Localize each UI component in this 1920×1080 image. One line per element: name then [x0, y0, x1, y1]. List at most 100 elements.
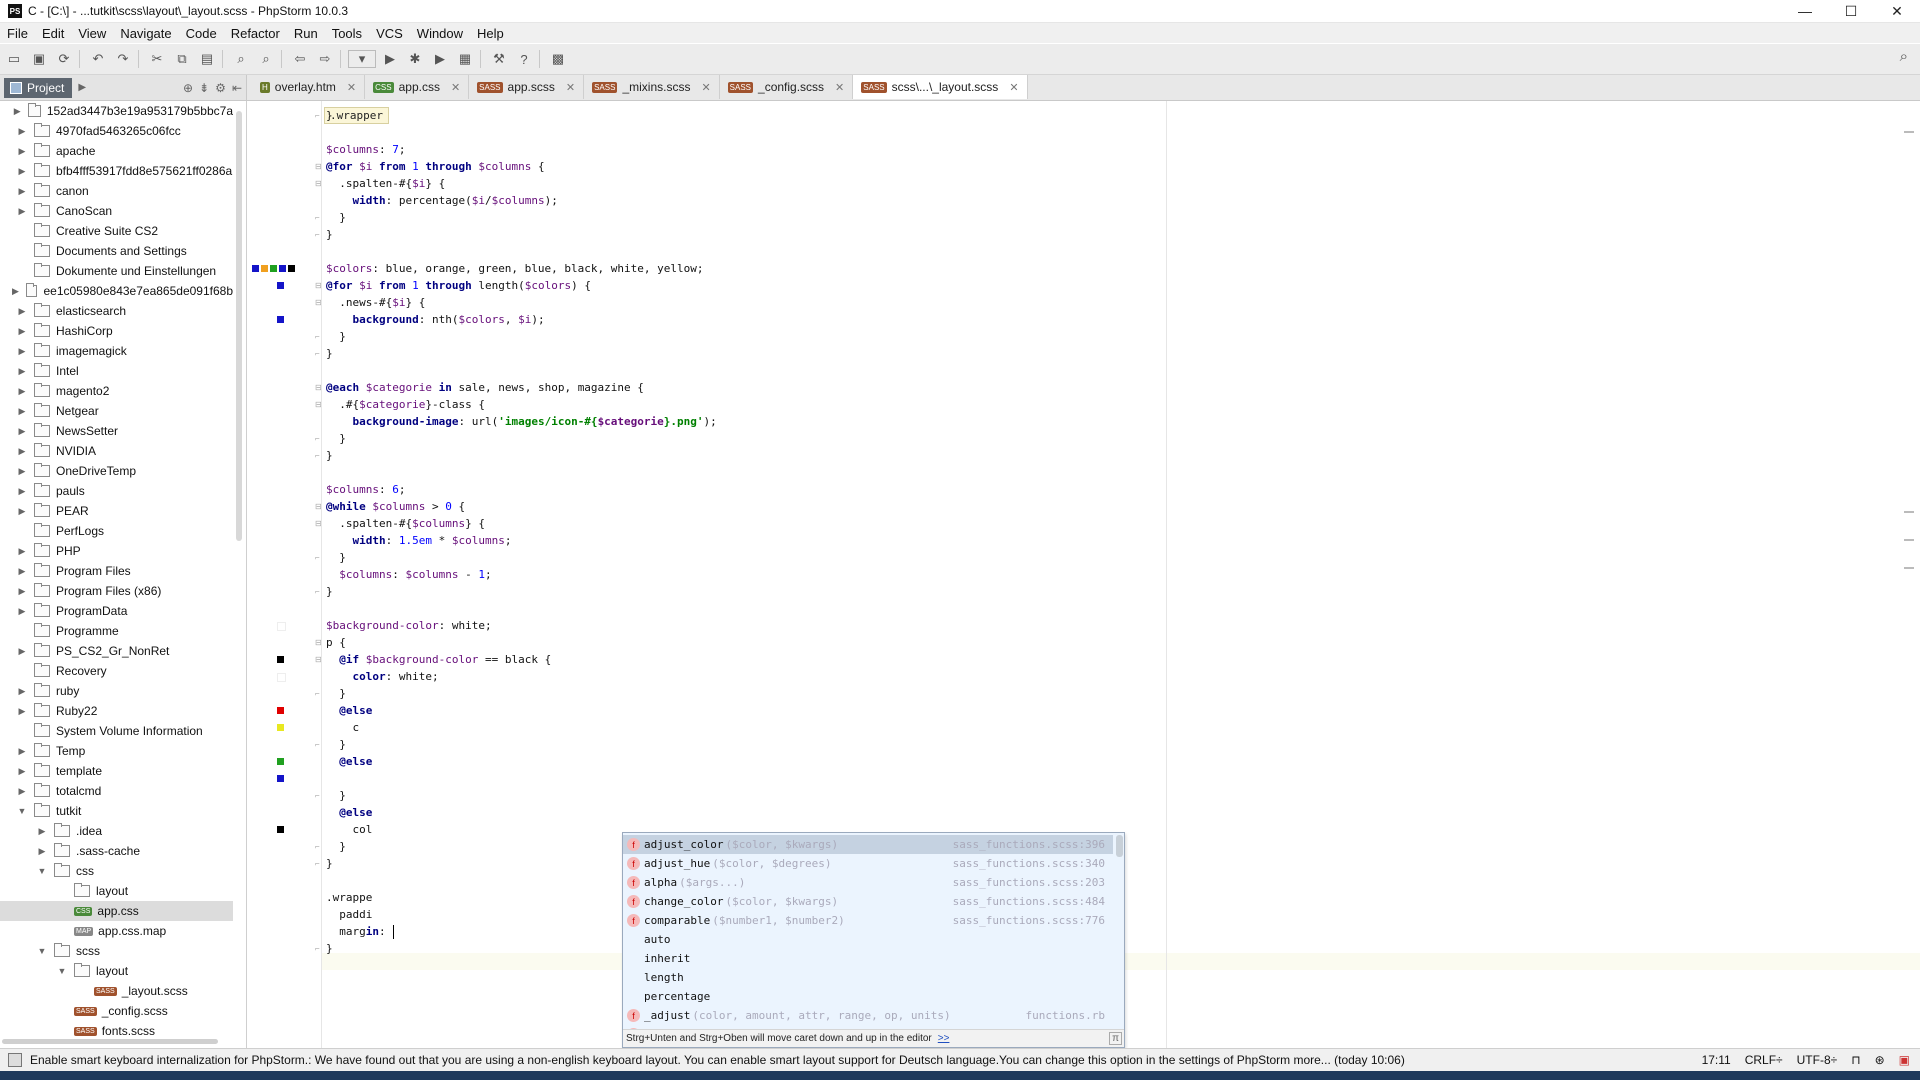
menu-run[interactable]: Run	[287, 26, 325, 41]
tree-item[interactable]: ▼ scss	[0, 941, 233, 961]
tab-mixins-scss[interactable]: SASS _mixins.scss ✕	[584, 75, 720, 99]
breadcrumb[interactable]: .wrapper	[324, 107, 389, 124]
tree-item[interactable]: ▶ Temp	[0, 741, 233, 761]
inspector-icon[interactable]: ⊛	[1875, 1053, 1885, 1067]
vertical-scrollbar[interactable]	[236, 111, 242, 541]
color-swatch-icon[interactable]	[277, 826, 284, 833]
autocomplete-item[interactable]: f adjust_hue ($color, $degrees) sass_functi…	[623, 854, 1113, 873]
chevron-right-icon[interactable]: ▶	[16, 166, 28, 177]
tree-item[interactable]: ▶ NewsSetter	[0, 421, 233, 441]
fold-marker-icon[interactable]: ⌐	[315, 587, 320, 596]
chevron-down-icon[interactable]: ▼	[16, 806, 28, 816]
autocomplete-item[interactable]: f _adjust (color, amount, attr, range, op,…	[623, 1006, 1113, 1025]
tree-item[interactable]: ▶ pauls	[0, 481, 233, 501]
chevron-right-icon[interactable]: ▶	[16, 146, 28, 157]
fold-marker-icon[interactable]: ⊟	[315, 383, 322, 392]
chevron-right-icon[interactable]: ▶	[16, 566, 28, 577]
sync-icon[interactable]: ⟳	[53, 48, 75, 70]
code-editor[interactable]: ⌐ ⊟ ⊟ ⌐ ⌐ ⊟ ⊟ ⌐ ⌐ ⊟ ⊟ ⌐ ⌐ ⊟ ⊟ ⌐ ⌐ ⊟ ⊟ ⌐ ⌐ ⌐ ⌐ ⌐ ⌐ .wrapper } $col…	[247, 101, 1920, 1048]
menu-tools[interactable]: Tools	[325, 26, 369, 41]
editor-scroll-markers[interactable]	[1904, 101, 1914, 1048]
color-swatch-icon[interactable]	[277, 316, 284, 323]
tree-item[interactable]: ▶ .idea	[0, 821, 233, 841]
find-icon[interactable]: ⌕	[230, 48, 252, 70]
run-icon[interactable]: ▶	[379, 48, 401, 70]
chevron-right-icon[interactable]: ▶	[36, 846, 48, 857]
tree-item[interactable]: PerfLogs	[0, 521, 233, 541]
chevron-down-icon[interactable]: ▼	[36, 946, 48, 956]
tree-item[interactable]: ▶ ProgramData	[0, 601, 233, 621]
tree-item[interactable]: ▼ tutkit	[0, 801, 233, 821]
tree-item[interactable]: CSS app.css	[0, 901, 233, 921]
tree-item[interactable]: ▶ PHP	[0, 541, 233, 561]
tree-item[interactable]: MAP app.css.map	[0, 921, 233, 941]
tab-overlay-htm[interactable]: H overlay.htm ✕	[252, 75, 366, 99]
autocomplete-item[interactable]: auto	[623, 930, 1113, 949]
chevron-down-icon[interactable]: ▼	[36, 866, 48, 876]
menu-code[interactable]: Code	[179, 26, 224, 41]
fold-marker-icon[interactable]: ⊟	[315, 298, 322, 307]
fold-marker-icon[interactable]: ⌐	[315, 842, 320, 851]
menu-refactor[interactable]: Refactor	[224, 26, 287, 41]
chevron-right-icon[interactable]: ▶	[16, 446, 28, 457]
fold-marker-icon[interactable]: ⊟	[315, 638, 322, 647]
fold-marker-icon[interactable]: ⌐	[315, 213, 320, 222]
menu-navigate[interactable]: Navigate	[113, 26, 178, 41]
autocomplete-item[interactable]: f change_color ($color, $kwargs) sass_funct…	[623, 892, 1113, 911]
tree-item[interactable]: ▶ canon	[0, 181, 233, 201]
tree-item[interactable]: ▶ magento2	[0, 381, 233, 401]
menu-help[interactable]: Help	[470, 26, 511, 41]
chevron-right-icon[interactable]: ▶	[13, 106, 22, 117]
undo-icon[interactable]: ↶	[87, 48, 109, 70]
chevron-right-icon[interactable]: ▶	[16, 606, 28, 617]
chevron-right-icon[interactable]: ▶	[16, 126, 28, 137]
fold-marker-icon[interactable]: ⌐	[315, 740, 320, 749]
color-swatch-icon[interactable]	[252, 265, 259, 272]
tree-item[interactable]: ▶ template	[0, 761, 233, 781]
cut-icon[interactable]: ✂	[146, 48, 168, 70]
coverage-icon[interactable]: ▶	[429, 48, 451, 70]
caret-position[interactable]: 17:11	[1702, 1053, 1731, 1067]
sdk-icon[interactable]: ▩	[547, 48, 569, 70]
tree-item[interactable]: ▶ CanoScan	[0, 201, 233, 221]
menu-window[interactable]: Window	[410, 26, 470, 41]
tree-item[interactable]: ▼ layout	[0, 961, 233, 981]
tree-item[interactable]: ▶ Ruby22	[0, 701, 233, 721]
run-config-dropdown[interactable]: ▾	[348, 50, 376, 68]
close-window-button[interactable]: ✕	[1874, 0, 1920, 22]
tree-item[interactable]: ▶ apache	[0, 141, 233, 161]
tree-item[interactable]: SASS _config.scss	[0, 1001, 233, 1021]
chevron-right-icon[interactable]: ▶	[16, 186, 28, 197]
chevron-right-icon[interactable]: ▶	[16, 346, 28, 357]
chevron-right-icon[interactable]: ▶	[16, 386, 28, 397]
back-icon[interactable]: ⇦	[289, 48, 311, 70]
tree-item[interactable]: ▶ OneDriveTemp	[0, 461, 233, 481]
autocomplete-item[interactable]: f alpha ($args...) sass_functions.scss:203	[623, 873, 1113, 892]
event-log-icon[interactable]: ▣	[1899, 1053, 1910, 1067]
fold-marker-icon[interactable]: ⊟	[315, 502, 322, 511]
chevron-right-icon[interactable]: ▶	[16, 546, 28, 557]
minimize-button[interactable]: —	[1782, 0, 1828, 22]
tab-app-css[interactable]: CSS app.css ✕	[365, 75, 470, 99]
status-message[interactable]: Enable smart keyboard internalization fo…	[30, 1053, 1410, 1067]
close-icon[interactable]: ✕	[835, 81, 844, 94]
close-icon[interactable]: ✕	[701, 81, 710, 94]
tree-item[interactable]: ▶ .sass-cache	[0, 841, 233, 861]
tree-item[interactable]: SASS _layout.scss	[0, 981, 233, 1001]
chevron-right-icon[interactable]: ▶	[16, 786, 28, 797]
search-icon[interactable]: ⌕	[1900, 48, 1908, 65]
chevron-right-icon[interactable]: ▶	[16, 646, 28, 657]
chevron-right-icon[interactable]: ▶	[16, 466, 28, 477]
chevron-right-icon[interactable]: ▶	[16, 366, 28, 377]
chevron-right-icon[interactable]: ▶	[36, 826, 48, 837]
tree-item[interactable]: layout	[0, 881, 233, 901]
tree-item[interactable]: ▶ NVIDIA	[0, 441, 233, 461]
chevron-right-icon[interactable]: ▶	[16, 706, 28, 717]
help-icon[interactable]: ?	[513, 48, 535, 70]
redo-icon[interactable]: ↷	[112, 48, 134, 70]
color-swatch-icon[interactable]	[279, 265, 286, 272]
paste-icon[interactable]: ▤	[196, 48, 218, 70]
tree-item[interactable]: ▶ Program Files (x86)	[0, 581, 233, 601]
lock-icon[interactable]: ⊓	[1851, 1053, 1860, 1067]
project-tool-tab[interactable]: Project	[4, 77, 73, 98]
